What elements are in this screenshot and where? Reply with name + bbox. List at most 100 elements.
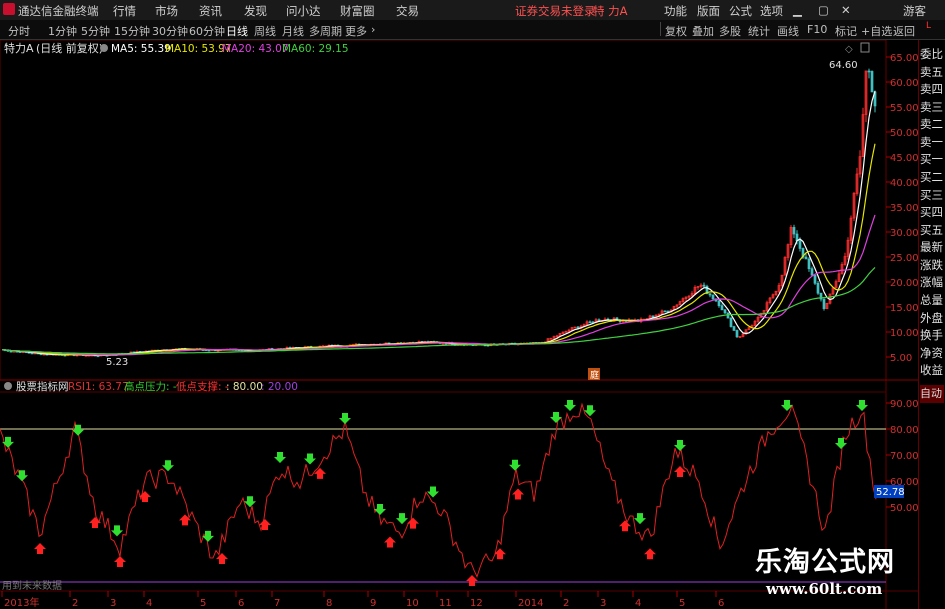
sidebar-item-ask3[interactable]: 卖三 bbox=[920, 99, 945, 116]
menu-item-layout[interactable]: 版面 bbox=[697, 3, 720, 19]
signal-arrows bbox=[2, 400, 868, 586]
indicator-settings-icon[interactable] bbox=[4, 382, 12, 390]
buy-arrow-icon bbox=[384, 536, 396, 548]
close-icon[interactable]: ✕ bbox=[841, 3, 851, 17]
settings-dot-icon[interactable] bbox=[100, 44, 108, 52]
candle-body bbox=[708, 293, 712, 296]
tab-15min[interactable]: 15分钟 bbox=[114, 23, 150, 39]
sidebar-item-change[interactable]: 涨跌 bbox=[920, 257, 945, 274]
sidebar-item-ask1[interactable]: 卖一 bbox=[920, 134, 945, 151]
sidebar-item-turnover[interactable]: 换手 bbox=[920, 327, 945, 344]
tab-intraday[interactable]: 分时 bbox=[8, 23, 30, 39]
zoom-diamond-icon[interactable]: ◇ bbox=[845, 44, 853, 55]
sidebar-item-bid4[interactable]: 买四 bbox=[920, 204, 945, 221]
candle-body bbox=[588, 321, 592, 324]
sell-arrow-icon bbox=[374, 504, 386, 515]
sell-arrow-icon bbox=[634, 513, 646, 525]
candle-body bbox=[663, 310, 667, 313]
minimize-icon[interactable]: ▁ bbox=[793, 3, 802, 17]
expand-icon[interactable] bbox=[860, 42, 870, 53]
main-y-tick-label: 45.00 bbox=[890, 153, 918, 164]
sidebar-item-bid1[interactable]: 买一 bbox=[920, 151, 945, 168]
buy-arrow-icon bbox=[407, 517, 419, 529]
tab-more[interactable]: 更多 bbox=[345, 23, 367, 39]
menu-item-discover[interactable]: 发现 bbox=[244, 3, 267, 19]
tab-monthly[interactable]: 月线 bbox=[282, 23, 304, 39]
more-chevron-icon[interactable]: › bbox=[371, 23, 375, 36]
sidebar-item-outer-vol[interactable]: 外盘 bbox=[920, 310, 945, 327]
sell-arrow-icon bbox=[244, 496, 256, 508]
x-axis: 2013年 2 3 4 5 6 7 8 9 10 11 12 2014 2 3 4 5 6 bbox=[1, 591, 724, 609]
sidebar-item-bid3[interactable]: 买三 bbox=[920, 187, 945, 204]
menu-item-wealth[interactable]: 财富圈 bbox=[340, 3, 375, 19]
buy-arrow-icon bbox=[466, 575, 478, 586]
sidebar-item-bid5[interactable]: 买五 bbox=[920, 222, 945, 239]
multi-stock-button[interactable]: 多股 bbox=[719, 23, 741, 39]
menu-item-market[interactable]: 市场 bbox=[155, 3, 178, 19]
sidebar-item-net-assets[interactable]: 净资 bbox=[920, 345, 945, 362]
x-tick-label: 2014 bbox=[518, 598, 543, 609]
ma-line-60 bbox=[1, 266, 876, 355]
mark-button[interactable]: 标记 bbox=[835, 23, 857, 39]
tab-daily[interactable]: 日线 bbox=[226, 23, 248, 39]
sidebar-item-change-pct[interactable]: 涨幅 bbox=[920, 274, 945, 291]
sidebar-item-last[interactable]: 最新 bbox=[920, 239, 945, 256]
menu-item-trade[interactable]: 交易 bbox=[396, 3, 419, 19]
tab-60min[interactable]: 60分钟 bbox=[189, 23, 225, 39]
overlay-button[interactable]: 叠加 bbox=[692, 23, 714, 39]
menu-item-news[interactable]: 资讯 bbox=[199, 3, 222, 19]
sell-arrow-icon bbox=[339, 413, 351, 424]
restore-icon[interactable]: ▢ bbox=[818, 3, 829, 17]
x-tick-label: 3 bbox=[110, 598, 116, 609]
x-tick-label: 4 bbox=[635, 598, 641, 609]
sidebar-item-eps[interactable]: 收益 bbox=[920, 362, 945, 379]
ma60-label: MA60: 29.15 bbox=[282, 43, 349, 55]
f10-button[interactable]: F10 bbox=[807, 23, 827, 36]
sidebar-item-bid2[interactable]: 买二 bbox=[920, 169, 945, 186]
sidebar-item-ask2[interactable]: 卖二 bbox=[920, 116, 945, 133]
main-y-tick-label: 10.00 bbox=[890, 328, 918, 339]
candle-body bbox=[732, 326, 736, 331]
sub-y-tick-label: 50.00 bbox=[890, 503, 918, 514]
tab-5min[interactable]: 5分钟 bbox=[81, 23, 110, 39]
chart-area[interactable]: 65.0060.0055.0050.0045.0040.0035.0030.00… bbox=[0, 40, 918, 609]
sidebar-item-volume[interactable]: 总量 bbox=[920, 292, 945, 309]
x-tick-label: 7 bbox=[274, 598, 280, 609]
app-logo-icon bbox=[3, 3, 15, 15]
x-tick-label: 2 bbox=[563, 598, 569, 609]
candle-body bbox=[867, 70, 871, 73]
sidebar-item-ask5[interactable]: 卖五 bbox=[920, 64, 945, 81]
back-button[interactable]: 返回 bbox=[893, 23, 915, 39]
level-20-label: : 20.00 bbox=[261, 381, 298, 393]
menu-item-formula[interactable]: 公式 bbox=[729, 3, 752, 19]
menu-item-function[interactable]: 功能 bbox=[664, 3, 687, 19]
tab-multi-period[interactable]: 多周期 bbox=[309, 23, 342, 39]
buy-arrow-icon bbox=[114, 556, 126, 567]
sidebar-item-weibi[interactable]: 委比 bbox=[920, 46, 945, 63]
login-notice[interactable]: 证券交易未登录 bbox=[515, 3, 596, 19]
x-tick-label: 4 bbox=[146, 598, 152, 609]
high-price-label: 64.60 bbox=[829, 60, 858, 71]
draw-line-button[interactable]: 画线 bbox=[777, 23, 799, 39]
candle-body bbox=[651, 315, 655, 318]
future-data-note: 用到未来数据 bbox=[2, 579, 62, 592]
tab-30min[interactable]: 30分钟 bbox=[152, 23, 188, 39]
statistics-button[interactable]: 统计 bbox=[748, 23, 770, 39]
candle-body bbox=[822, 298, 826, 310]
tab-weekly[interactable]: 周线 bbox=[254, 23, 276, 39]
menu-item-xiaoda[interactable]: 问小达 bbox=[286, 3, 321, 19]
chart-mode-label: (日线 前复权) bbox=[36, 41, 103, 55]
menu-item-quotes[interactable]: 行情 bbox=[113, 3, 136, 19]
auto-button[interactable]: 自动 bbox=[920, 385, 944, 403]
main-y-tick-label: 5.00 bbox=[890, 353, 912, 364]
tab-1min[interactable]: 1分钟 bbox=[48, 23, 77, 39]
guest-label[interactable]: 游客 bbox=[903, 3, 926, 19]
indicator-title: 股票指标网 bbox=[16, 380, 69, 393]
menu-item-options[interactable]: 选项 bbox=[760, 3, 783, 19]
add-watchlist-button[interactable]: +自选 bbox=[861, 23, 892, 39]
adjust-button[interactable]: 复权 bbox=[665, 23, 687, 39]
main-y-tick-label: 60.00 bbox=[890, 78, 918, 89]
buy-arrow-icon bbox=[216, 552, 228, 564]
sidebar-item-ask4[interactable]: 卖四 bbox=[920, 81, 945, 98]
sell-arrow-icon bbox=[509, 459, 521, 471]
